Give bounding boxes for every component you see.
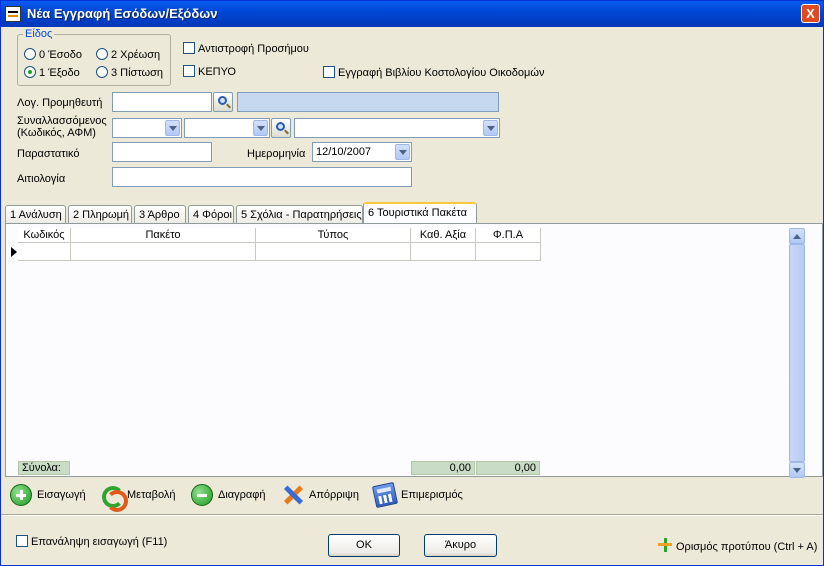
- date-value: 12/10/2007: [316, 146, 372, 158]
- repeat-label: Επανάληψη εισαγωγή (F11): [31, 536, 168, 548]
- antistrofi-label: Αντιστροφή Προσήμου: [198, 43, 309, 55]
- app-icon: [5, 6, 21, 22]
- title-bar[interactable]: Νέα Εγγραφή Εσόδων/Εξόδων X: [1, 1, 823, 27]
- synal-label-2: (Κωδικός, ΑΦΜ): [17, 127, 96, 139]
- close-button[interactable]: X: [801, 4, 820, 23]
- radio-exodo-label: 1 Έξοδο: [39, 67, 80, 79]
- radio-xreosi-label: 2 Χρέωση: [111, 49, 161, 61]
- refresh-icon: [100, 484, 128, 512]
- parastatiko-label: Παραστατικό: [17, 148, 80, 160]
- table-cell[interactable]: [476, 243, 541, 261]
- chevron-down-icon[interactable]: [165, 120, 180, 136]
- synal-lookup-button[interactable]: [271, 118, 291, 138]
- date-picker[interactable]: 12/10/2007: [312, 142, 412, 162]
- vivlio-label: Εγγραφή Βιβλίου Κοστολογίου Οικοδομών: [338, 67, 545, 79]
- calculator-icon: [371, 481, 399, 509]
- synal-afm-combo[interactable]: [184, 118, 270, 138]
- tab-analysi[interactable]: 1 Ανάλυση: [5, 205, 66, 224]
- delete-label: Διαγραφή: [218, 489, 266, 501]
- log-lookup-button[interactable]: [213, 92, 233, 112]
- template-link[interactable]: Ορισμός προτύπου (Ctrl + A): [676, 541, 817, 553]
- col-header-paketo[interactable]: Πακέτο: [71, 228, 256, 243]
- synal-name-combo[interactable]: [294, 118, 500, 138]
- tab-touristika[interactable]: 6 Τουριστικά Πακέτα: [363, 202, 477, 225]
- radio-xreosi[interactable]: [96, 48, 108, 60]
- log-input[interactable]: [112, 92, 212, 112]
- date-label: Ημερομηνία: [247, 148, 306, 160]
- edit-button[interactable]: Μεταβολή: [100, 483, 176, 512]
- radio-pistosi-label: 3 Πίστωση: [111, 67, 164, 79]
- packages-grid[interactable]: Κωδικός Πακέτο Τύπος Καθ. Αξία Φ.Π.Α Σύν…: [8, 226, 806, 478]
- vertical-scrollbar[interactable]: [789, 228, 805, 478]
- radio-exodo[interactable]: [24, 66, 36, 78]
- tab-panel: Κωδικός Πακέτο Τύπος Καθ. Αξία Φ.Π.Α Σύν…: [5, 223, 823, 478]
- cancel-button[interactable]: Άκυρο: [424, 534, 497, 557]
- table-cell[interactable]: [18, 243, 71, 261]
- antistrofi-checkbox[interactable]: [183, 42, 195, 54]
- col-header-typos[interactable]: Τύπος: [256, 228, 411, 243]
- eidos-legend: Είδος: [23, 28, 55, 40]
- log-description: [237, 92, 499, 112]
- divider: [1, 514, 823, 516]
- cross-icon: [282, 484, 304, 506]
- dialog-window: Νέα Εγγραφή Εσόδων/Εξόδων X Είδος 0 Έσοδ…: [0, 0, 824, 566]
- tab-pliromi[interactable]: 2 Πληρωμή: [68, 205, 132, 224]
- template-pin-icon: [658, 538, 672, 552]
- table-cell[interactable]: [411, 243, 476, 261]
- plus-icon: [10, 484, 32, 506]
- allocate-label: Επιμερισμός: [401, 489, 463, 501]
- delete-button[interactable]: Διαγραφή: [191, 483, 266, 507]
- minus-icon: [191, 484, 213, 506]
- synal-code-combo[interactable]: [112, 118, 182, 138]
- parastatiko-input[interactable]: [112, 142, 212, 162]
- log-label: Λογ. Προμηθευτή: [17, 97, 103, 109]
- aitiologia-input[interactable]: [112, 167, 412, 187]
- scroll-up-button[interactable]: [789, 228, 805, 244]
- tab-arthro[interactable]: 3 Άρθρο: [134, 205, 186, 224]
- scroll-thumb[interactable]: [789, 244, 805, 462]
- kepyo-label: ΚΕΠΥΟ: [198, 66, 236, 78]
- col-header-fpa[interactable]: Φ.Π.Α: [476, 228, 541, 243]
- add-button[interactable]: Εισαγωγή: [10, 483, 86, 507]
- radio-esodo[interactable]: [24, 48, 36, 60]
- kepyo-checkbox[interactable]: [183, 65, 195, 77]
- totals-label: Σύνολα:: [18, 461, 70, 475]
- vivlio-checkbox[interactable]: [323, 66, 335, 78]
- tab-foroi[interactable]: 4 Φόροι: [188, 205, 234, 224]
- col-header-kodikos[interactable]: Κωδικός: [18, 228, 71, 243]
- scroll-down-button[interactable]: [789, 462, 805, 478]
- row-indicator-icon: [11, 247, 17, 257]
- edit-label: Μεταβολή: [127, 489, 176, 501]
- ok-button[interactable]: OK: [328, 534, 400, 557]
- synal-label-1: Συναλλασσόμενος: [17, 115, 107, 127]
- reject-label: Απόρριψη: [309, 489, 359, 501]
- chevron-down-icon[interactable]: [253, 120, 268, 136]
- repeat-checkbox[interactable]: [16, 535, 28, 547]
- table-cell[interactable]: [71, 243, 256, 261]
- chevron-down-icon[interactable]: [395, 144, 410, 160]
- tab-sxolia[interactable]: 5 Σχόλια - Παρατηρήσεις: [236, 205, 363, 224]
- aitiologia-label: Αιτιολογία: [17, 173, 66, 185]
- col-header-kath-axia[interactable]: Καθ. Αξία: [411, 228, 476, 243]
- table-cell[interactable]: [256, 243, 411, 261]
- allocate-button[interactable]: Επιμερισμός: [371, 481, 463, 509]
- radio-esodo-label: 0 Έσοδο: [39, 49, 82, 61]
- chevron-down-icon[interactable]: [483, 120, 498, 136]
- add-label: Εισαγωγή: [37, 489, 86, 501]
- total-kath-axia: 0,00: [411, 461, 475, 475]
- reject-button[interactable]: Απόρριψη: [282, 483, 359, 507]
- total-fpa: 0,00: [476, 461, 540, 475]
- radio-pistosi[interactable]: [96, 66, 108, 78]
- window-title: Νέα Εγγραφή Εσόδων/Εξόδων: [27, 6, 218, 21]
